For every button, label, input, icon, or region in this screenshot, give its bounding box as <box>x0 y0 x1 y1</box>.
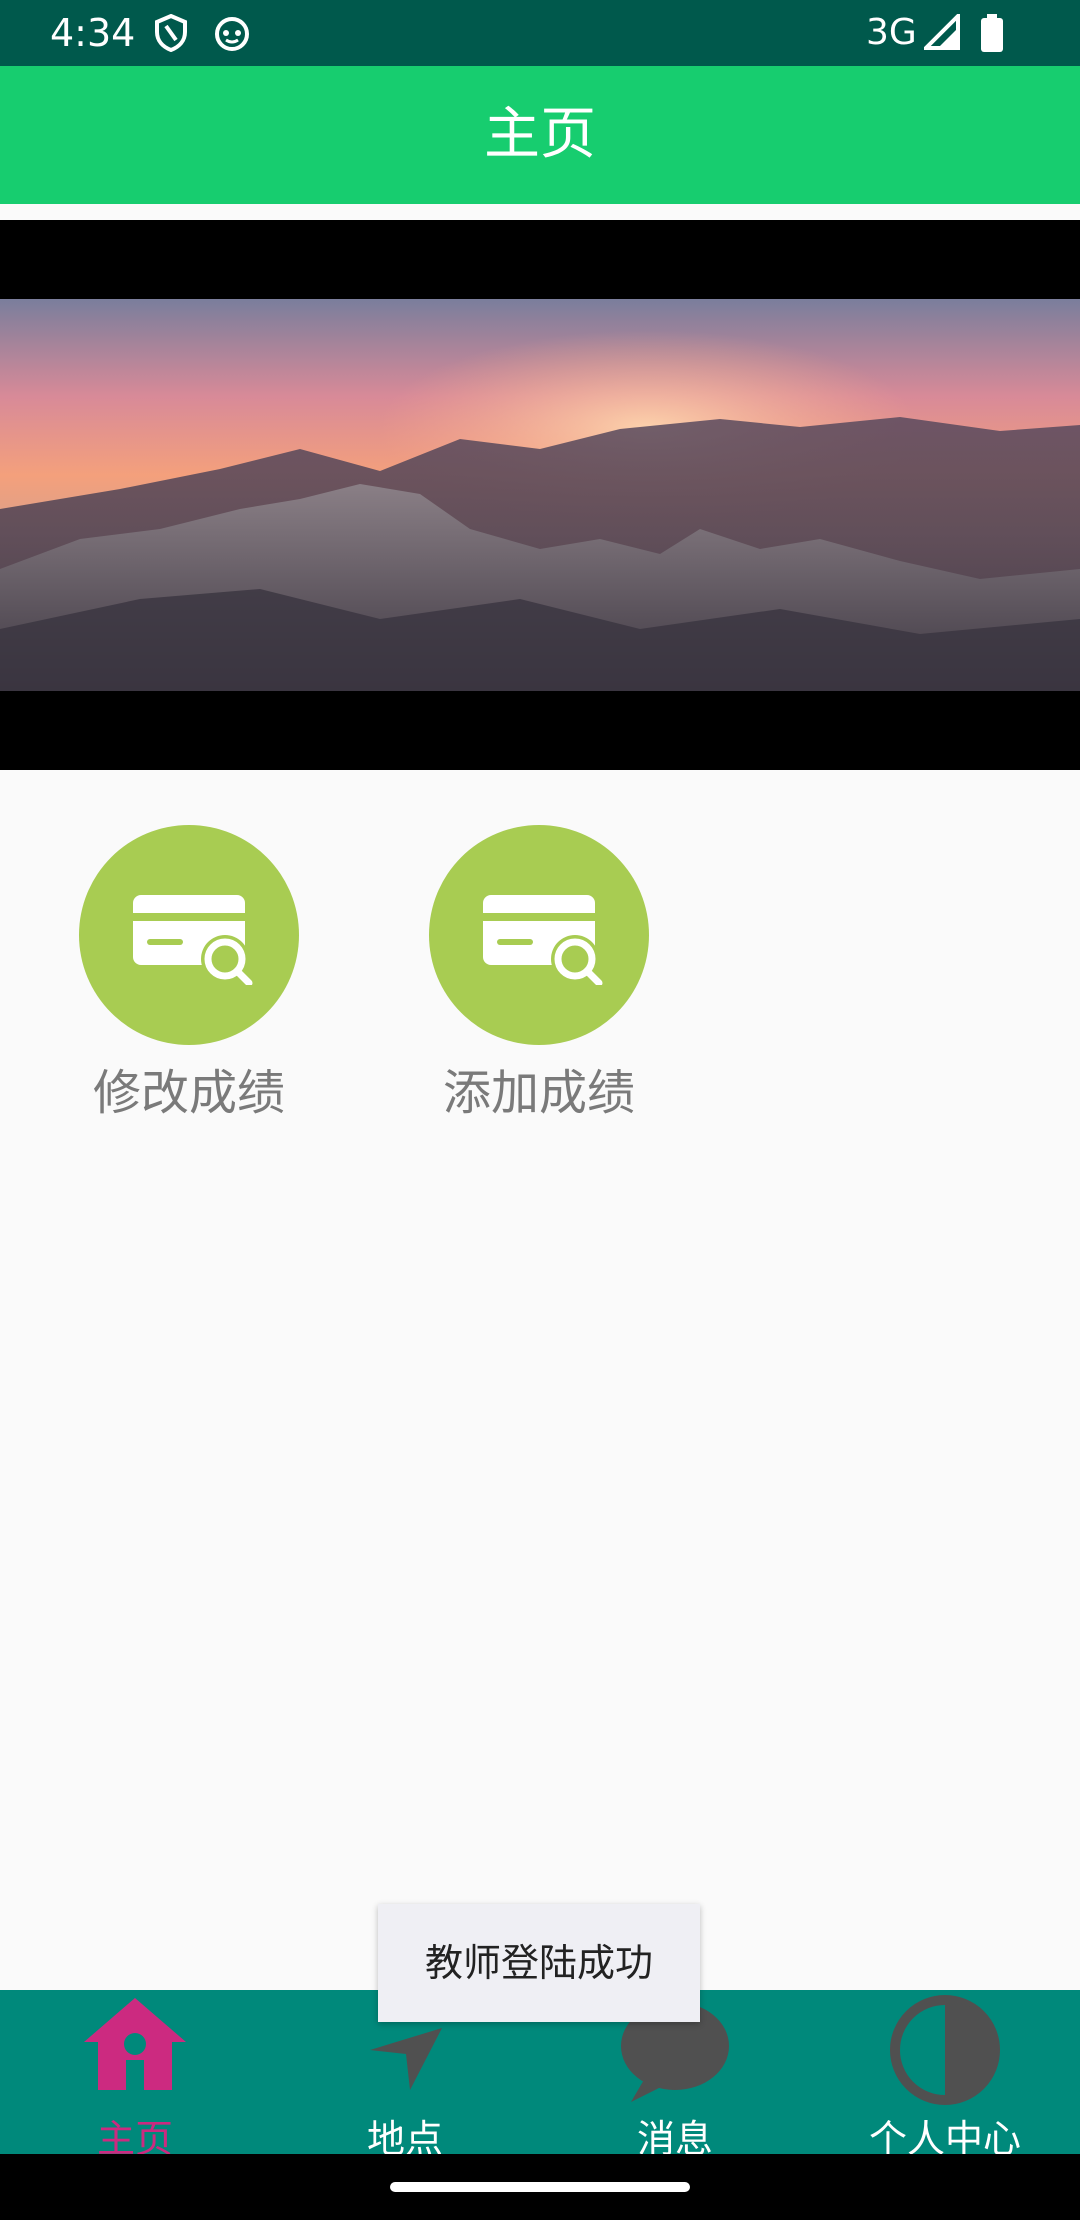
nav-item-profile[interactable]: 个人中心 <box>810 1990 1080 2161</box>
cat-face-icon <box>212 14 252 56</box>
banner-image[interactable] <box>0 220 1080 770</box>
edit-grades-item[interactable]: 修改成绩 <box>79 825 299 1123</box>
toast-message: 教师登陆成功 <box>378 1904 700 2022</box>
card-search-icon <box>133 895 253 985</box>
home-icon <box>84 1998 186 2090</box>
divider <box>0 204 1080 220</box>
home-gesture-handle[interactable] <box>390 2182 690 2192</box>
nav-item-home[interactable]: 主页 <box>0 1990 270 2161</box>
network-type: 3G <box>866 12 917 53</box>
add-grades-item[interactable]: 添加成绩 <box>429 825 649 1123</box>
status-bar: 4:34 3G <box>0 0 1080 66</box>
battery-icon <box>980 14 1004 56</box>
half-circle-icon <box>890 1995 1000 2105</box>
add-grades-button[interactable] <box>429 825 649 1045</box>
add-grades-label: 添加成绩 <box>442 1065 635 1121</box>
edit-grades-label: 修改成绩 <box>92 1065 285 1121</box>
shield-icon <box>154 13 188 56</box>
card-search-icon <box>483 895 603 985</box>
signal-icon <box>921 11 962 54</box>
mountain-sunset-image <box>0 299 1080 691</box>
app-bar: 主页 <box>0 66 1080 204</box>
status-time: 4:34 <box>50 11 136 55</box>
system-navigation-bar <box>0 2154 1080 2220</box>
edit-grades-button[interactable] <box>79 825 299 1045</box>
page-title: 主页 <box>484 102 596 167</box>
